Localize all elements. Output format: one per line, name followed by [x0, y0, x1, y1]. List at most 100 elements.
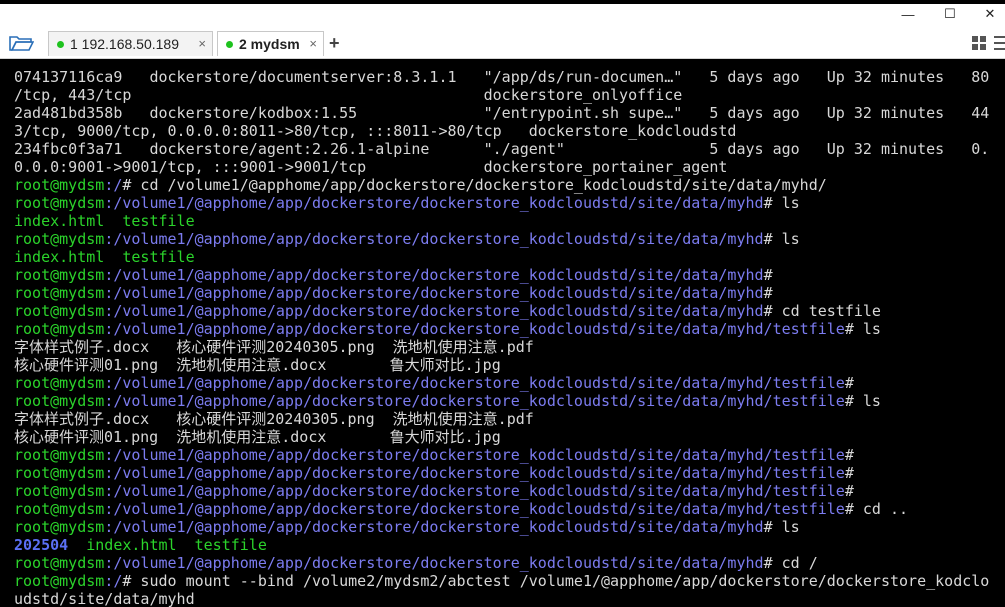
- prompt-command: # ls: [763, 230, 800, 248]
- prompt-command: #: [844, 464, 854, 482]
- prompt-command: # ls: [763, 518, 800, 536]
- prompt-command: # ls: [844, 320, 881, 338]
- grid-view-icon[interactable]: [972, 36, 986, 50]
- tab-label: 1 192.168.50.189: [70, 36, 179, 52]
- output-text: 3/tcp, 9000/tcp, 0.0.0.0:8011->80/tcp, :…: [14, 122, 737, 140]
- output-text: 字体样式例子.docx 核心硬件评测20240305.png 洗地机使用注意.p…: [14, 410, 534, 428]
- prompt-path: :/volume1/@apphome/app/dockerstore/docke…: [104, 392, 845, 410]
- output-text: 074137116ca9 dockerstore/documentserver:…: [14, 68, 990, 86]
- prompt-command: # sudo mount --bind /volume2/mydsm2/abct…: [122, 572, 990, 590]
- terminal-line: 202504 index.html testfile: [14, 536, 989, 554]
- prompt-user: root@mydsm: [14, 266, 105, 284]
- prompt-path: :/volume1/@apphome/app/dockerstore/docke…: [104, 446, 845, 464]
- prompt-command: # cd testfile: [763, 302, 881, 320]
- ls-file-entry: testfile: [122, 248, 195, 266]
- prompt-user: root@mydsm: [14, 176, 105, 194]
- output-text: 核心硬件评测01.png 洗地机使用注意.docx 鲁大师对比.jpg: [14, 356, 501, 374]
- prompt-path: :/volume1/@apphome/app/dockerstore/docke…: [104, 266, 764, 284]
- close-window-button[interactable]: ✕: [975, 4, 1005, 24]
- terminal-line: root@mydsm:/volume1/@apphome/app/dockers…: [14, 446, 989, 464]
- window-titlebar: — ☐ ✕: [0, 0, 1005, 28]
- prompt-user: root@mydsm: [14, 374, 105, 392]
- menu-icon[interactable]: [994, 35, 1005, 51]
- prompt-command: #: [844, 374, 854, 392]
- terminal-output[interactable]: 074137116ca9 dockerstore/documentserver:…: [0, 59, 1005, 607]
- prompt-path: :/volume1/@apphome/app/dockerstore/docke…: [104, 500, 845, 518]
- output-text: 核心硬件评测01.png 洗地机使用注意.docx 鲁大师对比.jpg: [14, 428, 501, 446]
- ls-file-entry: index.html: [14, 212, 105, 230]
- ls-file-entry: index.html: [86, 536, 177, 554]
- prompt-user: root@mydsm: [14, 518, 105, 536]
- output-text: 字体样式例子.docx 核心硬件评测20240305.png 洗地机使用注意.p…: [14, 338, 534, 356]
- prompt-user: root@mydsm: [14, 284, 105, 302]
- prompt-command: # ls: [844, 392, 881, 410]
- terminal-line: root@mydsm:/volume1/@apphome/app/dockers…: [14, 500, 989, 518]
- prompt-command: # cd ..: [844, 500, 909, 518]
- terminal-line: root@mydsm:/volume1/@apphome/app/dockers…: [14, 464, 989, 482]
- ls-directory-entry: 202504: [14, 536, 69, 554]
- prompt-user: root@mydsm: [14, 302, 105, 320]
- prompt-command: # cd /volume1/@apphome/app/dockerstore/d…: [122, 176, 827, 194]
- prompt-path: :/volume1/@apphome/app/dockerstore/docke…: [104, 374, 845, 392]
- prompt-path: :/volume1/@apphome/app/dockerstore/docke…: [104, 284, 764, 302]
- output-text: 2ad481bd358b dockerstore/kodbox:1.55 "/e…: [14, 104, 990, 122]
- prompt-user: root@mydsm: [14, 194, 105, 212]
- prompt-user: root@mydsm: [14, 572, 105, 590]
- terminal-line: index.html testfile: [14, 212, 989, 230]
- output-text: /tcp, 443/tcp dockerstore_onlyoffice: [14, 86, 683, 104]
- terminal-line: root@mydsm:/volume1/@apphome/app/dockers…: [14, 374, 989, 392]
- terminal-line: 234fbc0f3a71 dockerstore/agent:2.26.1-al…: [14, 140, 989, 158]
- minimize-button[interactable]: —: [893, 4, 923, 24]
- prompt-path: :/volume1/@apphome/app/dockerstore/docke…: [104, 302, 764, 320]
- folder-open-icon[interactable]: [8, 32, 34, 54]
- prompt-path: :/: [104, 176, 123, 194]
- terminal-line: 核心硬件评测01.png 洗地机使用注意.docx 鲁大师对比.jpg: [14, 356, 989, 374]
- prompt-path: :/volume1/@apphome/app/dockerstore/docke…: [104, 518, 764, 536]
- prompt-command: # ls: [763, 194, 800, 212]
- add-tab-button[interactable]: +: [329, 34, 340, 52]
- connection-status-icon: [57, 40, 64, 48]
- ls-file-entry: index.html: [14, 248, 105, 266]
- terminal-line: root@mydsm:/volume1/@apphome/app/dockers…: [14, 266, 989, 284]
- output-text: 234fbc0f3a71 dockerstore/agent:2.26.1-al…: [14, 140, 990, 158]
- prompt-user: root@mydsm: [14, 482, 105, 500]
- tab-close-icon[interactable]: ×: [198, 36, 206, 51]
- terminal-line: root@mydsm:/volume1/@apphome/app/dockers…: [14, 518, 989, 536]
- prompt-command: #: [844, 446, 854, 464]
- terminal-line: 2ad481bd358b dockerstore/kodbox:1.55 "/e…: [14, 104, 989, 122]
- output-text: udstd/site/data/myhd: [14, 590, 195, 607]
- prompt-command: #: [763, 266, 773, 284]
- prompt-path: :/volume1/@apphome/app/dockerstore/docke…: [104, 464, 845, 482]
- tab-session-2[interactable]: 2 mydsm ×: [217, 31, 324, 56]
- terminal-line: 0.0.0:9001->9001/tcp, :::9001->9001/tcp …: [14, 158, 989, 176]
- connection-status-icon: [226, 40, 233, 48]
- prompt-user: root@mydsm: [14, 500, 105, 518]
- tab-bar: 1 192.168.50.189 × 2 mydsm × +: [0, 28, 1005, 59]
- terminal-line: 3/tcp, 9000/tcp, 0.0.0.0:8011->80/tcp, :…: [14, 122, 989, 140]
- terminal-line: root@mydsm:/# cd /volume1/@apphome/app/d…: [14, 176, 989, 194]
- prompt-user: root@mydsm: [14, 320, 105, 338]
- terminal-line: root@mydsm:/# sudo mount --bind /volume2…: [14, 572, 989, 590]
- tab-label: 2 mydsm: [239, 36, 300, 52]
- tab-close-icon[interactable]: ×: [309, 36, 317, 51]
- terminal-line: index.html testfile: [14, 248, 989, 266]
- prompt-command: #: [763, 284, 773, 302]
- tab-session-1[interactable]: 1 192.168.50.189 ×: [48, 31, 213, 56]
- prompt-user: root@mydsm: [14, 554, 105, 572]
- prompt-path: :/: [104, 572, 123, 590]
- prompt-path: :/volume1/@apphome/app/dockerstore/docke…: [104, 320, 845, 338]
- terminal-line: 核心硬件评测01.png 洗地机使用注意.docx 鲁大师对比.jpg: [14, 428, 989, 446]
- terminal-line: root@mydsm:/volume1/@apphome/app/dockers…: [14, 284, 989, 302]
- terminal-line: root@mydsm:/volume1/@apphome/app/dockers…: [14, 230, 989, 248]
- title-strip: [0, 0, 1005, 4]
- terminal-text: 074137116ca9 dockerstore/documentserver:…: [14, 68, 989, 607]
- ls-file-entry: testfile: [194, 536, 267, 554]
- prompt-user: root@mydsm: [14, 464, 105, 482]
- terminal-line: root@mydsm:/volume1/@apphome/app/dockers…: [14, 554, 989, 572]
- prompt-path: :/volume1/@apphome/app/dockerstore/docke…: [104, 554, 764, 572]
- terminal-line: root@mydsm:/volume1/@apphome/app/dockers…: [14, 194, 989, 212]
- terminal-line: 字体样式例子.docx 核心硬件评测20240305.png 洗地机使用注意.p…: [14, 338, 989, 356]
- terminal-line: root@mydsm:/volume1/@apphome/app/dockers…: [14, 302, 989, 320]
- maximize-button[interactable]: ☐: [935, 4, 965, 24]
- prompt-user: root@mydsm: [14, 392, 105, 410]
